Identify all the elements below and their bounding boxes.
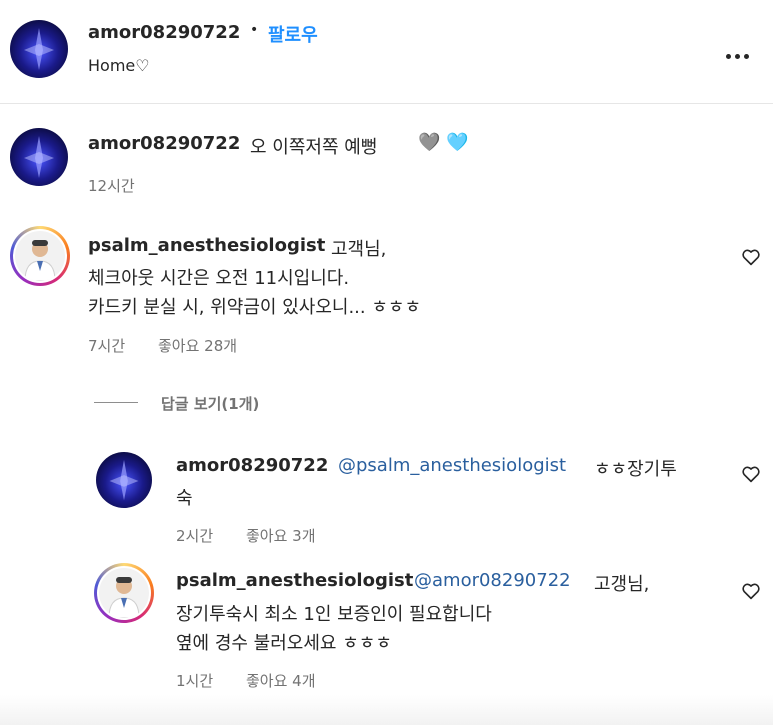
doctor-avatar-icon xyxy=(24,240,56,281)
reply-text-line-2: 장기투숙시 최소 1인 보증인이 필요합니다 xyxy=(176,604,492,625)
doctor-avatar-icon xyxy=(108,577,140,618)
comment-timestamp[interactable]: 7시간 xyxy=(88,335,125,356)
header-username[interactable]: amor08290722 xyxy=(88,22,240,43)
reply-text-line-2: 숙 xyxy=(176,488,193,509)
view-replies-button[interactable]: 답글 보기(1개) xyxy=(161,393,259,414)
view-replies-line xyxy=(94,402,138,403)
reply-likes[interactable]: 좋아요 3개 xyxy=(246,525,316,546)
reply-avatar[interactable] xyxy=(96,452,152,508)
reply-text-line-3: 옆에 경수 불러오세요 ㅎㅎㅎ xyxy=(176,633,392,654)
avatar-image-icon xyxy=(109,459,139,501)
bottom-fade xyxy=(0,695,773,725)
reply-avatar[interactable] xyxy=(94,563,154,623)
comment-likes[interactable]: 좋아요 28개 xyxy=(158,335,237,356)
caption-emojis: 🩶 🩵 xyxy=(418,132,469,153)
like-heart-icon[interactable] xyxy=(741,582,761,600)
caption-avatar[interactable] xyxy=(10,128,68,186)
avatar-image-icon xyxy=(24,136,54,178)
reply-mention-link[interactable]: @psalm_anesthesiologist xyxy=(338,455,566,476)
avatar-image-icon xyxy=(24,28,54,70)
caption-username[interactable]: amor08290722 xyxy=(88,133,240,154)
reply-likes[interactable]: 좋아요 4개 xyxy=(246,670,316,691)
comment-text-line-1: 고객님, xyxy=(331,239,387,260)
like-heart-icon[interactable] xyxy=(741,465,761,483)
avatar[interactable] xyxy=(10,20,68,78)
follow-button[interactable]: 팔로우 xyxy=(268,21,318,47)
comment-username[interactable]: psalm_anesthesiologist xyxy=(88,235,325,256)
caption-timestamp[interactable]: 12시간 xyxy=(88,175,135,196)
like-heart-icon[interactable] xyxy=(741,248,761,266)
comment-text-line-3: 카드키 분실 시, 위약금이 있사오니... ㅎㅎㅎ xyxy=(88,297,422,318)
header-separator: • xyxy=(250,22,259,38)
reply-mention-link[interactable]: @amor08290722 xyxy=(414,570,571,591)
reply-username[interactable]: psalm_anesthesiologist xyxy=(176,570,413,591)
post-header: amor08290722 • 팔로우 Home♡ xyxy=(0,0,773,104)
comment-avatar[interactable] xyxy=(10,226,70,286)
reply-timestamp[interactable]: 1시간 xyxy=(176,670,213,691)
caption-text: 오 이쪽저쪽 예뻥 xyxy=(250,137,378,158)
reply-text: ㅎㅎ장기투 xyxy=(594,459,677,480)
location-label[interactable]: Home♡ xyxy=(88,56,150,75)
more-options-icon[interactable] xyxy=(726,44,753,63)
reply-username[interactable]: amor08290722 xyxy=(176,455,328,476)
reply-timestamp[interactable]: 2시간 xyxy=(176,525,213,546)
reply-text: 고갱님, xyxy=(594,574,650,595)
comment-text-line-2: 체크아웃 시간은 오전 11시입니다. xyxy=(88,268,350,289)
